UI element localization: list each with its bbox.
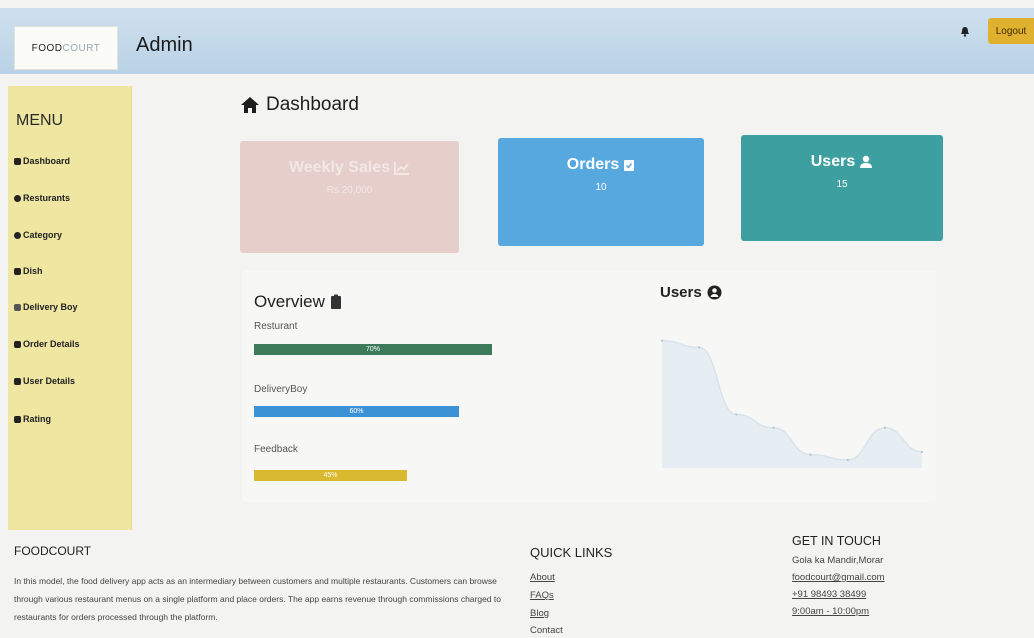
quick-links-title: QUICK LINKS — [530, 545, 613, 560]
rating-icon — [14, 415, 21, 423]
sidebar-item-rating[interactable]: Rating — [14, 414, 51, 424]
dashboard-icon — [14, 157, 21, 165]
footer-title: FOODCOURT — [14, 544, 92, 558]
bicycle-icon — [14, 303, 21, 311]
get-in-touch-title: GET IN TOUCH — [792, 534, 881, 548]
sidebar-item-label: Rating — [23, 414, 51, 424]
clipboard-check-icon — [624, 160, 635, 171]
sidebar-item-label: Delivery Boy — [23, 302, 78, 312]
sidebar-item-category[interactable]: Category — [14, 230, 62, 240]
progress-text: 45% — [323, 472, 338, 479]
users-value: 15 — [836, 179, 848, 190]
bar-label-feedback: Feedback — [254, 444, 298, 455]
bar-label-resturant: Resturant — [254, 321, 298, 332]
users-point-6 — [883, 426, 887, 429]
page-header-title: Admin — [136, 34, 193, 56]
users-card[interactable]: Users 15 — [741, 135, 943, 241]
users-point-5 — [846, 458, 849, 462]
users-area-fill — [662, 340, 922, 468]
contact-address: Gola ka Mandir,Morar — [792, 555, 884, 566]
line-chart-icon — [394, 162, 410, 175]
users-area-chart — [660, 339, 924, 468]
users-point-7 — [920, 450, 924, 454]
orders-card[interactable]: Orders 10 — [498, 138, 704, 246]
contact-phone[interactable]: +91 98493 38499 — [792, 589, 866, 600]
contact-email[interactable]: foodcourt@gmail.com — [792, 572, 885, 583]
restaurant-icon — [14, 194, 21, 202]
page-title-text: Dashboard — [266, 94, 359, 115]
logout-button[interactable]: Logout — [988, 18, 1034, 44]
sidebar-item-dish[interactable]: Dish — [14, 266, 43, 276]
menu-title: MENU — [16, 112, 64, 129]
weekly-sales-card[interactable]: Weekly Sales Rs.20,000 — [240, 141, 459, 253]
users-point-1 — [697, 346, 701, 349]
footer-description: In this model, the food delivery app act… — [14, 576, 501, 622]
weekly-sales-title: Weekly Sales — [288, 159, 391, 176]
sidebar: MENU Dashboard Resturants Category Dish … — [8, 86, 132, 530]
progress-bar-feedback: 45% — [254, 470, 595, 481]
home-icon — [241, 97, 259, 113]
sidebar-item-label: Order Details — [23, 339, 80, 349]
users-chart-title: Users — [660, 284, 722, 301]
sidebar-item-label: Category — [23, 230, 63, 240]
sidebar-item-resturants[interactable]: Resturants — [14, 193, 70, 203]
sidebar-item-order-details[interactable]: Order Details — [14, 339, 80, 349]
sidebar-item-label: Resturants — [23, 193, 71, 203]
bar-label-deliveryboy: DeliveryBoy — [254, 384, 308, 395]
user-icon — [860, 155, 873, 168]
users-title: Users — [810, 153, 856, 170]
sidebar-item-label: Dashboard — [23, 156, 71, 166]
sidebar-item-dashboard[interactable]: Dashboard — [14, 156, 70, 166]
users-point-0 — [660, 339, 664, 342]
users-chart-title-text: Users — [660, 284, 702, 301]
progress-fill-deliveryboy: 60% — [254, 406, 459, 417]
progress-bar-deliveryboy: 60% — [254, 406, 596, 417]
order-icon — [14, 340, 21, 348]
contact-hours: 9:00am - 10:00pm — [792, 606, 870, 617]
footer-link-about[interactable]: About — [530, 572, 555, 583]
progress-text: 70% — [365, 346, 380, 353]
orders-title: Orders — [566, 156, 620, 173]
user-icon — [14, 377, 21, 385]
footer-link-faqs[interactable]: FAQs — [530, 590, 554, 601]
users-point-3 — [772, 426, 775, 429]
sidebar-item-delivery-boy[interactable]: Delivery Boy — [14, 302, 78, 312]
progress-fill-resturant: 70% — [254, 344, 492, 355]
weekly-sales-value: Rs.20,000 — [326, 185, 373, 196]
progress-fill-feedback: 45% — [254, 470, 407, 481]
footer-link-blog[interactable]: Blog — [530, 608, 549, 619]
overview-title-text: Overview — [254, 292, 325, 311]
logo[interactable]: FOODCOURT — [14, 26, 118, 70]
logo-accent-text: COURT — [62, 42, 101, 54]
overview-title: Overview — [254, 292, 342, 312]
bell-icon[interactable] — [960, 26, 970, 37]
orders-value: 10 — [595, 182, 607, 193]
sidebar-item-label: User Details — [23, 376, 76, 386]
users-point-2 — [735, 413, 738, 416]
footer-link-contact[interactable]: Contact — [530, 625, 563, 636]
user-circle-icon — [707, 285, 722, 300]
progress-bar-resturant: 70% — [254, 344, 594, 355]
sidebar-item-label: Dish — [23, 266, 43, 276]
clipboard-icon — [330, 294, 341, 309]
logo-main-text: FOOD — [31, 42, 63, 54]
sidebar-item-user-details[interactable]: User Details — [14, 376, 75, 386]
page-title: Dashboard — [240, 94, 359, 116]
dish-icon — [14, 267, 21, 275]
progress-text: 60% — [349, 408, 364, 415]
users-point-4 — [809, 453, 812, 456]
category-icon — [14, 231, 21, 239]
